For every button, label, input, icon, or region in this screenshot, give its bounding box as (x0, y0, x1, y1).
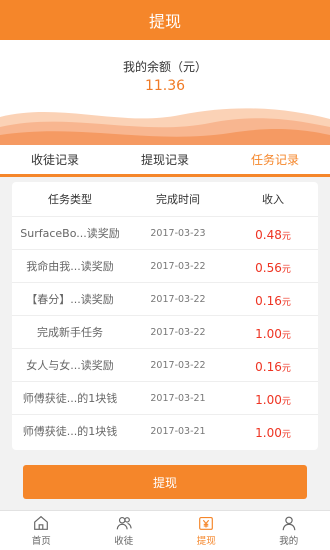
users-icon (116, 517, 132, 530)
nav-home-label: 首页 (31, 536, 51, 547)
header-task-type: 任务类型 (48, 193, 92, 206)
row-date: 2017-03-22 (150, 260, 206, 272)
tab-apprentice-records[interactable]: 收徒记录 (0, 145, 110, 174)
page-title: 提现 (148, 12, 181, 31)
row-task-type: 女人与女...读奖励 (26, 359, 114, 372)
row-income: 0.56元 (228, 257, 318, 276)
row-date: 2017-03-22 (150, 293, 206, 305)
row-income: 0.48元 (228, 224, 318, 243)
balance-label: 我的余额（元） (122, 60, 207, 74)
row-income: 1.00元 (228, 389, 318, 408)
table-row: 完成新手任务 2017-03-22 1.00元 (12, 315, 318, 348)
person-icon (282, 516, 296, 531)
row-unit: 元 (281, 231, 291, 242)
row-unit: 元 (281, 429, 291, 440)
home-icon (34, 515, 49, 530)
tab-bar: 收徒记录 提现记录 任务记录 (0, 145, 330, 177)
row-amount: 0.16 (255, 359, 282, 374)
table-row: 师傅获徒...的1块钱 2017-03-21 1.00元 (12, 414, 318, 447)
tab-task-records[interactable]: 任务记录 (220, 145, 330, 174)
row-date: 2017-03-21 (150, 425, 206, 437)
yen-icon (199, 517, 214, 530)
nav-mine[interactable]: 我的 (248, 511, 330, 550)
row-amount: 1.00 (255, 392, 282, 407)
row-task-type: 【春分】...读奖励 (26, 293, 114, 306)
balance-value: 11.36 (144, 78, 186, 94)
nav-apprentice-label: 收徒 (114, 536, 134, 547)
nav-apprentice[interactable]: 收徒 (83, 511, 166, 550)
title-bar: 提现 (0, 0, 330, 40)
nav-withdraw-label: 提现 (196, 536, 216, 547)
table-row: 【春分】...读奖励 2017-03-22 0.16元 (12, 282, 318, 315)
nav-mine-label: 我的 (279, 536, 299, 547)
row-income: 1.00元 (228, 422, 318, 441)
balance-panel: 我的余额（元） 11.36 (0, 40, 330, 145)
row-income: 1.00元 (228, 323, 318, 342)
row-unit: 元 (281, 330, 291, 341)
row-income: 0.16元 (228, 290, 318, 309)
row-date: 2017-03-22 (150, 359, 206, 371)
table-row: SurfaceBo...读奖励 2017-03-23 0.48元 (12, 216, 318, 249)
bottom-nav: 首页 收徒 提现 我的 (0, 510, 330, 550)
row-unit: 元 (281, 363, 291, 374)
row-amount: 1.00 (255, 326, 282, 341)
table-row: 我命由我...读奖励 2017-03-22 0.56元 (12, 249, 318, 282)
row-amount: 0.16 (255, 293, 282, 308)
row-task-type: 完成新手任务 (37, 326, 103, 339)
row-amount: 0.56 (255, 260, 282, 275)
row-date: 2017-03-22 (150, 326, 206, 338)
wave-decoration (0, 108, 330, 145)
row-unit: 元 (281, 396, 291, 407)
header-income: 收入 (262, 193, 284, 206)
row-unit: 元 (281, 264, 291, 275)
table-header: 任务类型 完成时间 收入 (12, 182, 318, 216)
nav-home[interactable]: 首页 (0, 511, 83, 550)
row-task-type: 我命由我...读奖励 (26, 260, 114, 273)
row-date: 2017-03-21 (150, 392, 206, 404)
row-task-type: 师傅获徒...的1块钱 (22, 425, 118, 438)
row-date: 2017-03-23 (150, 227, 206, 239)
row-unit: 元 (281, 297, 291, 308)
task-records-table: 任务类型 完成时间 收入 SurfaceBo...读奖励 2017-03-23 … (12, 182, 318, 450)
row-amount: 1.00 (255, 425, 282, 440)
nav-withdraw[interactable]: 提现 (165, 511, 248, 550)
table-row: 女人与女...读奖励 2017-03-22 0.16元 (12, 348, 318, 381)
row-income: 0.16元 (228, 356, 318, 375)
header-completion-time: 完成时间 (156, 193, 200, 206)
row-task-type: 师傅获徒...的1块钱 (22, 392, 118, 405)
row-task-type: SurfaceBo...读奖励 (20, 227, 120, 240)
row-amount: 0.48 (255, 227, 282, 242)
tab-withdraw-records[interactable]: 提现记录 (110, 145, 220, 174)
table-row: 师傅获徒...的1块钱 2017-03-21 1.00元 (12, 381, 318, 414)
withdraw-button[interactable]: 提现 (23, 465, 307, 499)
